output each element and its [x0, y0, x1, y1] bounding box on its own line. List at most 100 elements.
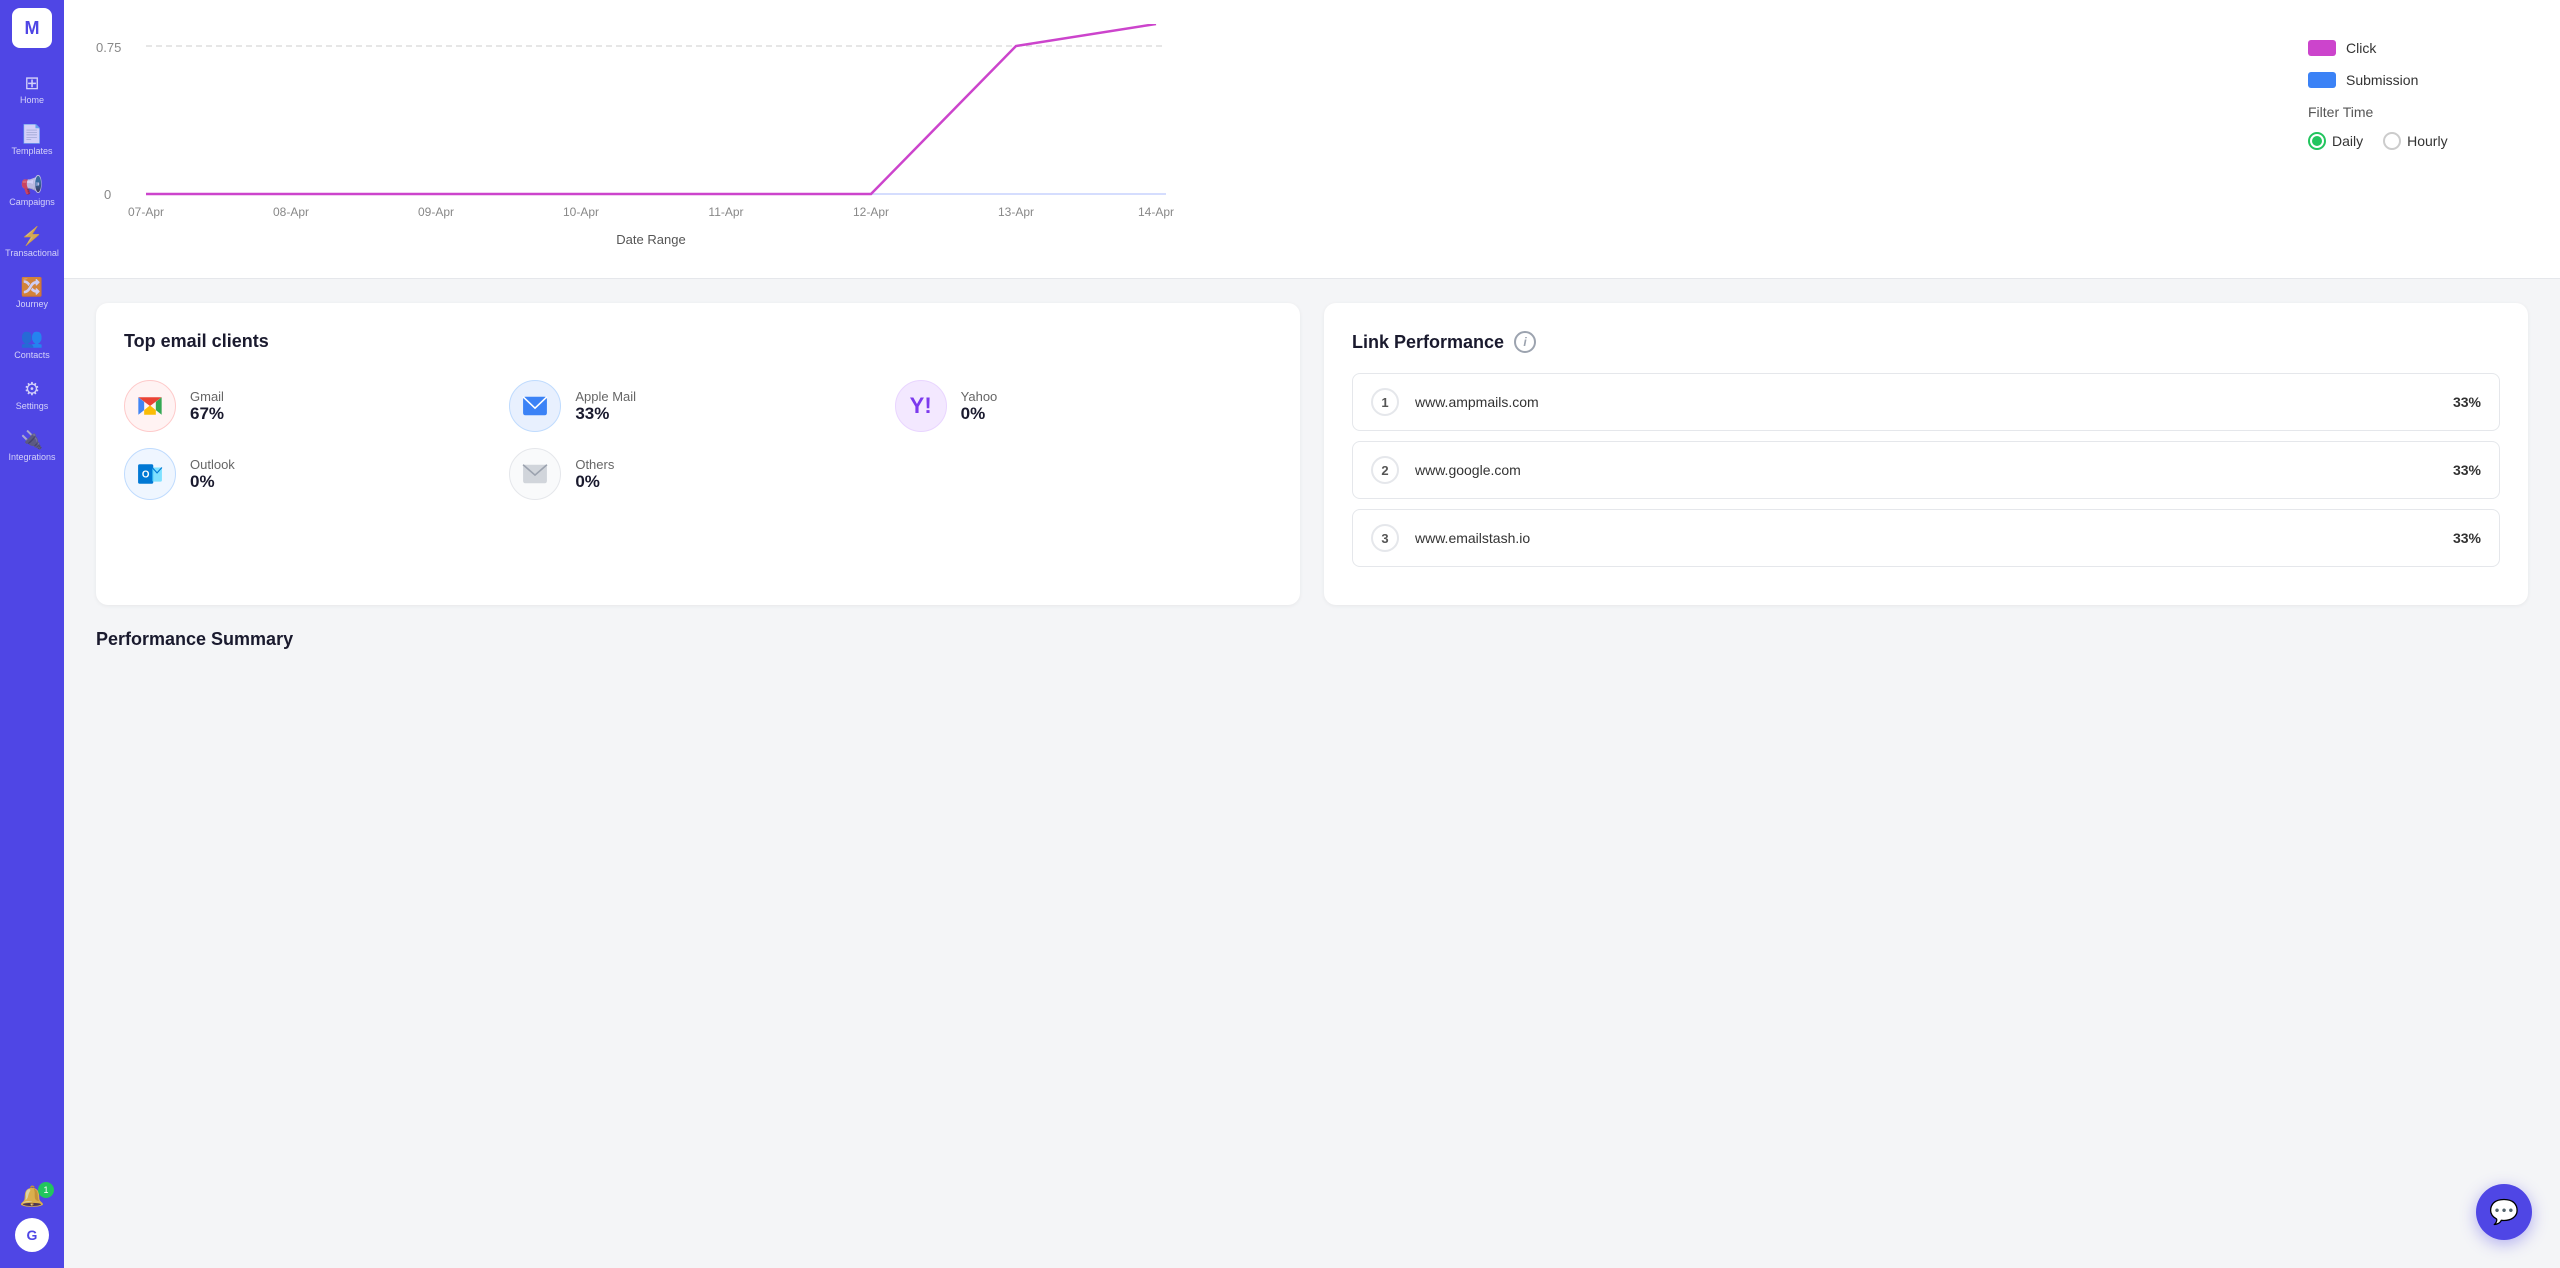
- home-icon: ⊞: [24, 74, 39, 92]
- sidebar-label-contacts: Contacts: [14, 350, 50, 360]
- filter-time-radio-group: Daily Hourly: [2308, 132, 2528, 150]
- svg-text:07-Apr: 07-Apr: [128, 205, 164, 219]
- settings-icon: ⚙: [24, 380, 40, 398]
- perf-summary-section: Performance Summary: [64, 629, 2560, 698]
- contacts-icon: 👥: [21, 329, 43, 347]
- chart-section: 0.75 0 07-Apr 08-Apr 09-Apr 10-Apr 11-Ap…: [64, 0, 2560, 279]
- svg-text:14-Apr: 14-Apr: [1138, 205, 1174, 219]
- outlook-svg: O: [137, 461, 163, 487]
- perf-summary-title: Performance Summary: [96, 629, 2528, 650]
- sidebar-item-home[interactable]: ⊞ Home: [2, 66, 62, 113]
- others-svg: [522, 461, 548, 487]
- integrations-icon: 🔌: [21, 431, 43, 449]
- main-content: 0.75 0 07-Apr 08-Apr 09-Apr 10-Apr 11-Ap…: [64, 0, 2560, 1268]
- y-label-top: 0.75: [96, 40, 121, 55]
- radio-daily-inner: [2312, 136, 2322, 146]
- legend-click-color: [2308, 40, 2336, 56]
- bottom-sections: Top email clients: [64, 279, 2560, 629]
- outlook-icon: O: [124, 448, 176, 500]
- link-row-1: 1 www.ampmails.com 33%: [1352, 373, 2500, 431]
- link-row-3: 3 www.emailstash.io 33%: [1352, 509, 2500, 567]
- client-gmail: Gmail 67%: [124, 380, 501, 432]
- radio-daily-label: Daily: [2332, 133, 2363, 149]
- logo-icon: M: [25, 18, 40, 39]
- link-url-1: www.ampmails.com: [1415, 394, 2437, 410]
- yahoo-info: Yahoo 0%: [961, 389, 998, 424]
- sidebar: M ⊞ Home 📄 Templates 📢 Campaigns ⚡ Trans…: [0, 0, 64, 1268]
- templates-icon: 📄: [21, 125, 43, 143]
- gmail-svg: [136, 392, 164, 420]
- sidebar-bottom: 🔔 1 G: [2, 1178, 62, 1260]
- radio-daily-circle: [2308, 132, 2326, 150]
- apple-mail-svg: [522, 393, 548, 419]
- sidebar-item-contacts[interactable]: 👥 Contacts: [2, 321, 62, 368]
- client-outlook: O Outlook 0%: [124, 448, 501, 500]
- link-performance-card: Link Performance i 1 www.ampmails.com 33…: [1324, 303, 2528, 605]
- filter-time-label: Filter Time: [2308, 104, 2528, 120]
- link-url-2: www.google.com: [1415, 462, 2437, 478]
- chart-legend-panel: Click Submission Filter Time Daily Hourl…: [2308, 24, 2528, 150]
- link-pct-1: 33%: [2453, 394, 2481, 410]
- journey-icon: 🔀: [21, 278, 43, 296]
- svg-text:13-Apr: 13-Apr: [998, 205, 1034, 219]
- gmail-name: Gmail: [190, 389, 224, 404]
- link-perf-title-row: Link Performance i: [1352, 331, 2500, 353]
- link-perf-title: Link Performance: [1352, 332, 1504, 353]
- link-rank-3: 3: [1371, 524, 1399, 552]
- apple-mail-icon: [509, 380, 561, 432]
- notification-badge: 1: [38, 1182, 54, 1198]
- x-axis-labels: 07-Apr 08-Apr 09-Apr 10-Apr 11-Apr 12-Ap…: [128, 205, 1174, 219]
- sidebar-logo[interactable]: M: [12, 8, 52, 48]
- client-others: Others 0%: [509, 448, 886, 500]
- others-pct: 0%: [575, 472, 614, 492]
- link-rank-2: 2: [1371, 456, 1399, 484]
- apple-mail-pct: 33%: [575, 404, 636, 424]
- legend-submission-color: [2308, 72, 2336, 88]
- radio-hourly[interactable]: Hourly: [2383, 132, 2447, 150]
- sidebar-item-templates[interactable]: 📄 Templates: [2, 117, 62, 164]
- link-pct-3: 33%: [2453, 530, 2481, 546]
- user-avatar[interactable]: G: [15, 1218, 49, 1252]
- sidebar-label-transactional: Transactional: [5, 248, 59, 258]
- others-icon: [509, 448, 561, 500]
- gmail-icon: [124, 380, 176, 432]
- svg-text:08-Apr: 08-Apr: [273, 205, 309, 219]
- gmail-info: Gmail 67%: [190, 389, 224, 424]
- legend-submission: Submission: [2308, 72, 2528, 88]
- sidebar-label-integrations: Integrations: [8, 452, 55, 462]
- click-line: [146, 24, 1156, 194]
- link-url-3: www.emailstash.io: [1415, 530, 2437, 546]
- x-axis-label: Date Range: [616, 232, 685, 247]
- svg-text:10-Apr: 10-Apr: [563, 205, 599, 219]
- link-pct-2: 33%: [2453, 462, 2481, 478]
- radio-hourly-label: Hourly: [2407, 133, 2447, 149]
- sidebar-item-journey[interactable]: 🔀 Journey: [2, 270, 62, 317]
- chat-icon: 💬: [2489, 1198, 2519, 1227]
- sidebar-item-integrations[interactable]: 🔌 Integrations: [2, 423, 62, 470]
- radio-daily[interactable]: Daily: [2308, 132, 2363, 150]
- svg-text:09-Apr: 09-Apr: [418, 205, 454, 219]
- sidebar-label-home: Home: [20, 95, 44, 105]
- campaigns-icon: 📢: [21, 176, 43, 194]
- legend-submission-label: Submission: [2346, 72, 2418, 88]
- notification-button[interactable]: 🔔 1: [2, 1178, 62, 1214]
- sidebar-item-transactional[interactable]: ⚡ Transactional: [2, 219, 62, 266]
- sidebar-item-settings[interactable]: ⚙ Settings: [2, 372, 62, 419]
- yahoo-icon: Y!: [895, 380, 947, 432]
- chart-area: 0.75 0 07-Apr 08-Apr 09-Apr 10-Apr 11-Ap…: [96, 24, 2268, 254]
- outlook-pct: 0%: [190, 472, 235, 492]
- radio-hourly-circle: [2383, 132, 2401, 150]
- transactional-icon: ⚡: [21, 227, 43, 245]
- others-info: Others 0%: [575, 457, 614, 492]
- chart-svg-wrap: 0.75 0 07-Apr 08-Apr 09-Apr 10-Apr 11-Ap…: [96, 24, 2268, 254]
- apple-mail-info: Apple Mail 33%: [575, 389, 636, 424]
- sidebar-label-templates: Templates: [11, 146, 52, 156]
- client-apple-mail: Apple Mail 33%: [509, 380, 886, 432]
- chat-bubble-button[interactable]: 💬: [2476, 1184, 2532, 1240]
- gmail-pct: 67%: [190, 404, 224, 424]
- sidebar-item-campaigns[interactable]: 📢 Campaigns: [2, 168, 62, 215]
- others-name: Others: [575, 457, 614, 472]
- email-clients-card: Top email clients: [96, 303, 1300, 605]
- sidebar-label-journey: Journey: [16, 299, 48, 309]
- link-rank-1: 1: [1371, 388, 1399, 416]
